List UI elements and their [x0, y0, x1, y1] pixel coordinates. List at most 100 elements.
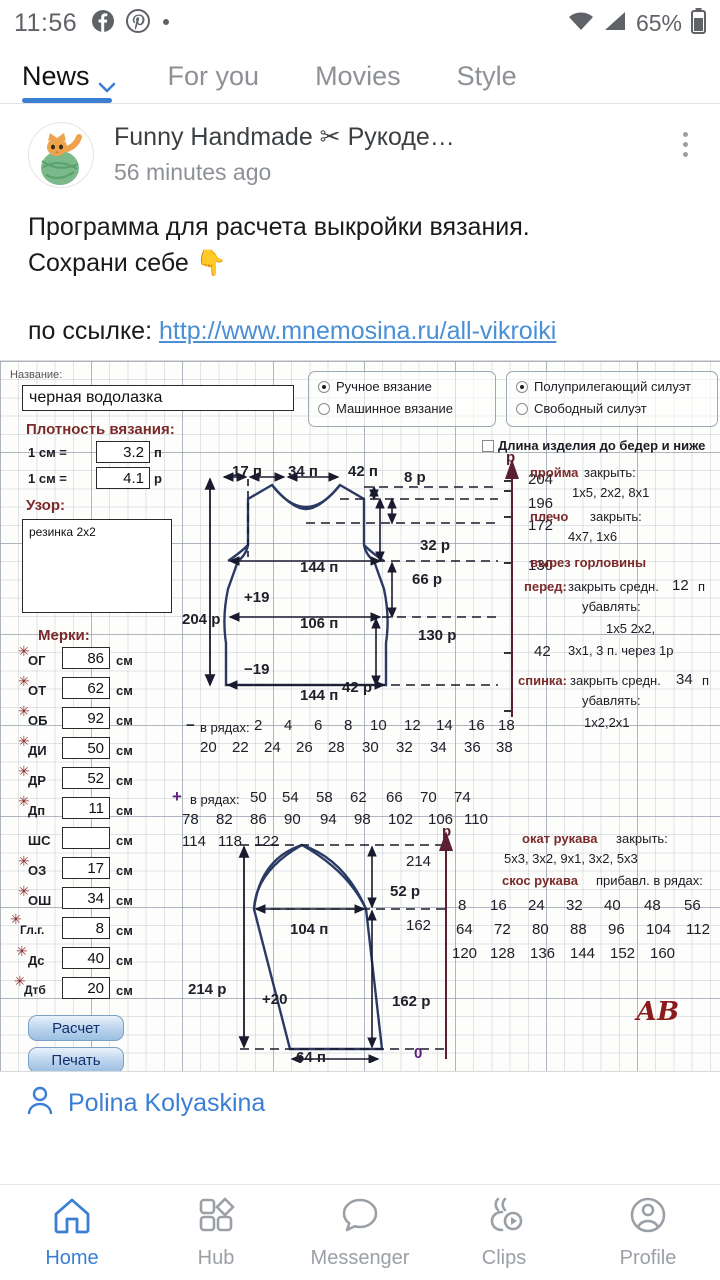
- rows-plus-9: 86: [250, 811, 267, 828]
- slope-0: 8: [458, 897, 467, 914]
- slope-4: 40: [604, 897, 621, 914]
- nav-profile-label: Profile: [619, 1246, 677, 1269]
- pattern-stitch-input[interactable]: резинка 2x2: [22, 519, 172, 613]
- radio-loose-fit[interactable]: [516, 403, 528, 415]
- print-button[interactable]: Печать: [28, 1047, 124, 1071]
- body-right-0: 8 р: [404, 469, 426, 486]
- slope-1: 16: [490, 897, 507, 914]
- measurement-5-input[interactable]: 11: [62, 797, 110, 819]
- tab-for-you[interactable]: For you: [168, 61, 260, 103]
- attribution-row[interactable]: Polina Kolyaskina: [0, 1072, 720, 1135]
- sleeve-increase: +20: [262, 991, 288, 1008]
- bottom-navigation[interactable]: Home Hub Messenger Clips Profile: [0, 1184, 720, 1280]
- tab-bar[interactable]: News For you Movies Style: [0, 46, 720, 104]
- shoulder-values: 4x7, 1x6: [568, 529, 618, 544]
- measurement-8-name: ОШ: [28, 893, 52, 908]
- body-inner-width-1: 106 п: [300, 615, 339, 632]
- body-inner-width-2: 144 п: [300, 687, 339, 704]
- measurement-10-input[interactable]: 40: [62, 947, 110, 969]
- density-row-0-input[interactable]: 3.2: [96, 441, 150, 463]
- measurement-9-unit: см: [116, 923, 133, 938]
- density-row-1-input[interactable]: 4.1: [96, 467, 150, 489]
- slope-7: 64: [456, 921, 473, 938]
- rows-minus-12: 26: [296, 739, 313, 756]
- measurement-6-unit: см: [116, 833, 133, 848]
- calculate-button[interactable]: Расчет: [28, 1015, 124, 1041]
- person-icon: [26, 1086, 54, 1121]
- shoulder-action: закрыть:: [590, 509, 642, 524]
- body-pattern-diagram: [204, 472, 498, 690]
- chevron-down-icon[interactable]: [98, 70, 115, 92]
- attribution-name[interactable]: Polina Kolyaskina: [68, 1089, 265, 1118]
- measurements-list: ✳ ОГ 86 см ✳ ОТ 62 см ✳ ОБ 92 см ✳ ДИ 50…: [0, 643, 180, 1035]
- post-link[interactable]: http://www.mnemosina.ru/all-vikroiki: [159, 317, 556, 345]
- body-top-width-1: 34 п: [288, 463, 318, 480]
- rows-plus-8: 82: [216, 811, 233, 828]
- required-star-icon: ✳: [16, 943, 28, 959]
- measurement-8-input[interactable]: 34: [62, 887, 110, 909]
- body-decrease: −19: [244, 661, 270, 678]
- radio-machine-knitting[interactable]: [318, 403, 330, 415]
- measurement-6-input[interactable]: [62, 827, 110, 849]
- measurement-9-input[interactable]: 8: [62, 917, 110, 939]
- rows-minus-label: в рядах:: [200, 720, 250, 735]
- measurement-11-unit: см: [116, 983, 133, 998]
- status-time: 11:56: [14, 8, 78, 37]
- sleeve-width-top: 104 п: [290, 921, 329, 938]
- slope-5: 48: [644, 897, 661, 914]
- radio-hand-knitting[interactable]: [318, 381, 330, 393]
- measurement-4-unit: см: [116, 773, 133, 788]
- rows-plus-3: 62: [350, 789, 367, 806]
- measurement-7-input[interactable]: 17: [62, 857, 110, 879]
- density-row-1-label: 1 см =: [28, 471, 67, 486]
- rows-minus-3: 8: [344, 717, 353, 734]
- measurement-3-input[interactable]: 50: [62, 737, 110, 759]
- rows-minus-2: 6: [314, 717, 323, 734]
- front-values-1: 1x5 2x2,: [606, 621, 656, 636]
- hub-icon: [196, 1196, 236, 1240]
- rows-minus-4: 10: [370, 717, 387, 734]
- front-count: 12: [672, 577, 689, 594]
- nav-clips[interactable]: Clips: [432, 1196, 576, 1270]
- overflow-menu-icon[interactable]: [668, 122, 702, 157]
- nav-home[interactable]: Home: [0, 1196, 144, 1270]
- radio-semi-fitted[interactable]: [516, 381, 528, 393]
- rows-minus-6: 14: [436, 717, 453, 734]
- body-inner-width-0: 144 п: [300, 559, 339, 576]
- sleeve-cap-values: 5x3, 3x2, 9x1, 3x2, 5x3: [504, 851, 638, 866]
- measurement-1-input[interactable]: 62: [62, 677, 110, 699]
- density-label: Плотность вязания:: [26, 421, 175, 438]
- post-link-row: по ссылке: http://www.mnemosina.ru/all-v…: [28, 317, 694, 346]
- nav-hub[interactable]: Hub: [144, 1196, 288, 1270]
- profile-icon: [628, 1196, 668, 1240]
- knitting-pattern-image[interactable]: Название: черная водолазка Плотность вяз…: [0, 360, 720, 1072]
- measurement-4-input[interactable]: 52: [62, 767, 110, 789]
- post-source[interactable]: Funny Handmade ✂ Рукоде…: [114, 122, 668, 152]
- tab-movies[interactable]: Movies: [315, 61, 401, 103]
- measurement-11-input[interactable]: 20: [62, 977, 110, 999]
- armhole-action: закрыть:: [584, 465, 636, 480]
- measurement-10-name: Дс: [28, 953, 45, 968]
- pattern-stitch-label: Узор:: [26, 497, 65, 514]
- avatar[interactable]: [28, 122, 94, 188]
- measurement-2-input[interactable]: 92: [62, 707, 110, 729]
- rows-plus-label: в рядах:: [190, 792, 240, 807]
- sleeve-cap-title: окат рукава: [522, 831, 598, 846]
- tab-news[interactable]: News: [22, 61, 115, 103]
- front-values-2: 3x1, 3 п. через 1р: [568, 643, 674, 658]
- post-header: Funny Handmade ✂ Рукоде… 56 minutes ago: [0, 104, 720, 188]
- length-checkbox[interactable]: [482, 440, 494, 452]
- rows-minus-1: 4: [284, 717, 293, 734]
- slope-18: 152: [610, 945, 636, 962]
- messenger-icon: [340, 1196, 380, 1240]
- nav-profile[interactable]: Profile: [576, 1196, 720, 1270]
- silhouette-0-label: Полуприлегающий силуэт: [534, 379, 691, 394]
- nav-messenger[interactable]: Messenger: [288, 1196, 432, 1270]
- measurement-0-input[interactable]: 86: [62, 647, 110, 669]
- tab-style[interactable]: Style: [457, 61, 517, 103]
- pattern-title-input[interactable]: черная водолазка: [22, 385, 294, 411]
- rows-plus-12: 98: [354, 811, 371, 828]
- wifi-icon: [568, 10, 594, 37]
- sleeve-cap-height: 52 р: [390, 883, 421, 900]
- sleeve-slope-title: скос рукава: [502, 873, 578, 888]
